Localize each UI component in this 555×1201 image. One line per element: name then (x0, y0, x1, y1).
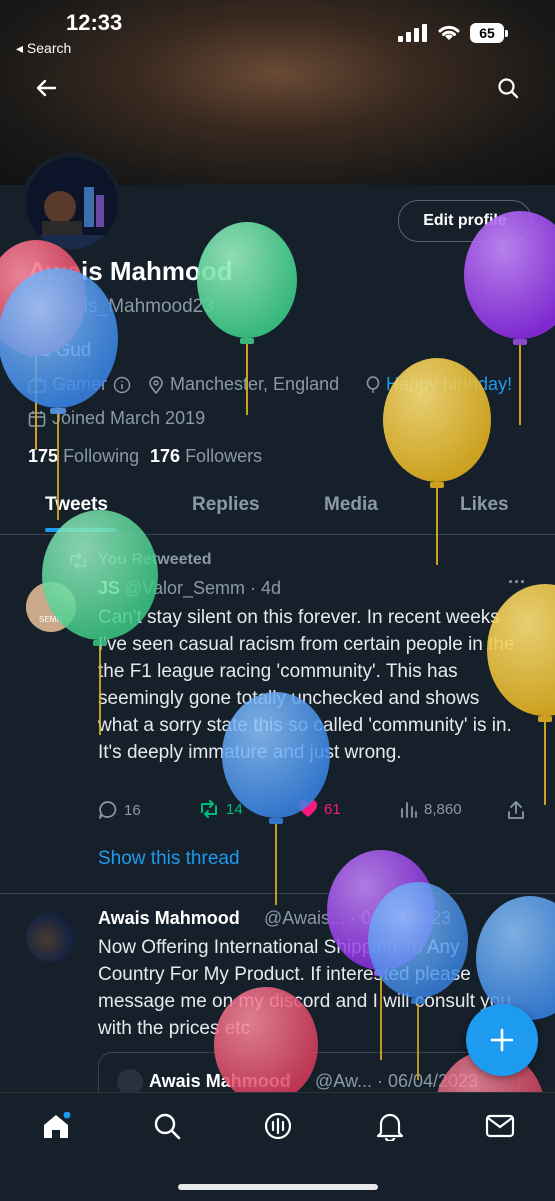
spaces-icon (264, 1112, 292, 1140)
search-button[interactable] (488, 68, 528, 108)
quoted-author-name: Awais Mahmood (149, 1071, 291, 1091)
location-pin-icon (149, 375, 163, 394)
profile-category: Gamer (28, 374, 131, 395)
back-button[interactable] (26, 68, 66, 108)
info-icon[interactable] (113, 376, 131, 394)
tab-tweets[interactable]: Tweets (45, 494, 108, 516)
retweet-indicator-icon (68, 552, 88, 574)
followers-count: 176 (150, 446, 181, 466)
followers-label: Followers (185, 446, 263, 466)
signal-icon (398, 24, 427, 42)
quoted-handle-time: @Aw... · 06/04/2023 (315, 1071, 479, 1091)
nav-notifications[interactable] (370, 1106, 410, 1146)
tab-replies[interactable]: Replies (192, 494, 260, 516)
views-button[interactable]: 8,860 (400, 800, 462, 818)
following-link[interactable]: 175 Following (28, 446, 139, 467)
like-count: 61 (324, 800, 341, 818)
retweet-label: You Retweeted (98, 551, 212, 568)
tab-media[interactable]: Media (324, 494, 378, 516)
reply-button[interactable]: 16 (98, 800, 141, 820)
following-count: 175 (28, 446, 59, 466)
tweet-author-name[interactable]: JS (98, 578, 120, 599)
search-icon (154, 1113, 181, 1140)
tab-likes[interactable]: Likes (460, 494, 509, 516)
reply-count: 16 (124, 801, 141, 819)
location-text: Manchester, England (170, 374, 340, 394)
compose-plus-icon (490, 1028, 514, 1052)
tweet-more-icon[interactable]: ··· (508, 572, 526, 593)
tweet-text[interactable]: Can't stay silent on this forever. In re… (98, 604, 518, 766)
tweet2-author-avatar[interactable] (26, 912, 76, 962)
views-chart-icon (401, 802, 417, 818)
profile-bio: F1 Gud (28, 340, 92, 361)
active-tab-indicator (45, 528, 117, 532)
nav-home[interactable] (36, 1106, 76, 1146)
status-time: 12:33 (66, 10, 123, 35)
views-count: 8,860 (424, 800, 462, 818)
share-button[interactable] (506, 800, 526, 820)
following-label: Following (63, 446, 140, 466)
nav-search[interactable] (147, 1106, 187, 1146)
edit-profile-button[interactable]: Edit profile (398, 200, 532, 242)
category-text: Gamer (52, 374, 108, 394)
show-thread-link[interactable]: Show this thread (98, 848, 240, 870)
tweet2-handle-time[interactable]: @Awais... · 06/04/2023 (264, 908, 451, 929)
calendar-icon (28, 410, 46, 427)
profile-birthday: Happy birthday! (366, 374, 512, 395)
balloon-icon (366, 375, 380, 393)
avatar-brand-text: SEMM (39, 615, 63, 624)
tweet-handle-time[interactable]: @Valor_Semm · 4d (124, 578, 281, 599)
home-icon (44, 1112, 71, 1138)
share-icon (508, 801, 524, 819)
profile-joined: Joined March 2019 (28, 408, 205, 429)
briefcase-icon (28, 377, 46, 393)
birthday-text: Happy birthday! (386, 374, 513, 394)
home-indicator (178, 1184, 378, 1190)
back-arrow-icon (36, 79, 57, 97)
like-button[interactable]: 61 (298, 800, 341, 818)
tweet2-author-name[interactable]: Awais Mahmood (98, 908, 240, 929)
retweet-icon (201, 800, 217, 818)
retweet-count: 14 (226, 800, 243, 818)
profile-avatar[interactable] (22, 153, 122, 253)
compose-tweet-button[interactable] (466, 1004, 538, 1076)
battery-level: 65 (470, 23, 504, 43)
back-to-app-link[interactable]: ◂ Search (16, 40, 71, 57)
tweet-divider (0, 893, 555, 894)
wifi-icon (438, 25, 460, 40)
joined-text: Joined March 2019 (52, 408, 206, 428)
retweet-button[interactable]: 14 (198, 800, 243, 818)
search-icon (498, 78, 519, 99)
mail-icon (485, 1114, 515, 1138)
tweet2-text[interactable]: Now Offering International Shipping To A… (98, 934, 518, 1042)
battery-icon: 65 (470, 22, 510, 44)
profile-name: Awais Mahmood (28, 256, 233, 286)
tabs-divider (0, 534, 555, 535)
nav-messages[interactable] (480, 1106, 520, 1146)
heart-icon (298, 800, 318, 817)
tweet-author-avatar[interactable]: SEMM (26, 582, 76, 632)
bell-icon (376, 1113, 404, 1141)
profile-location: Manchester, England (148, 374, 339, 395)
profile-handle: @Awais_Mahmood23 (28, 296, 214, 317)
reply-icon (99, 801, 117, 819)
followers-link[interactable]: 176 Followers (150, 446, 262, 467)
nav-spaces[interactable] (258, 1106, 298, 1146)
